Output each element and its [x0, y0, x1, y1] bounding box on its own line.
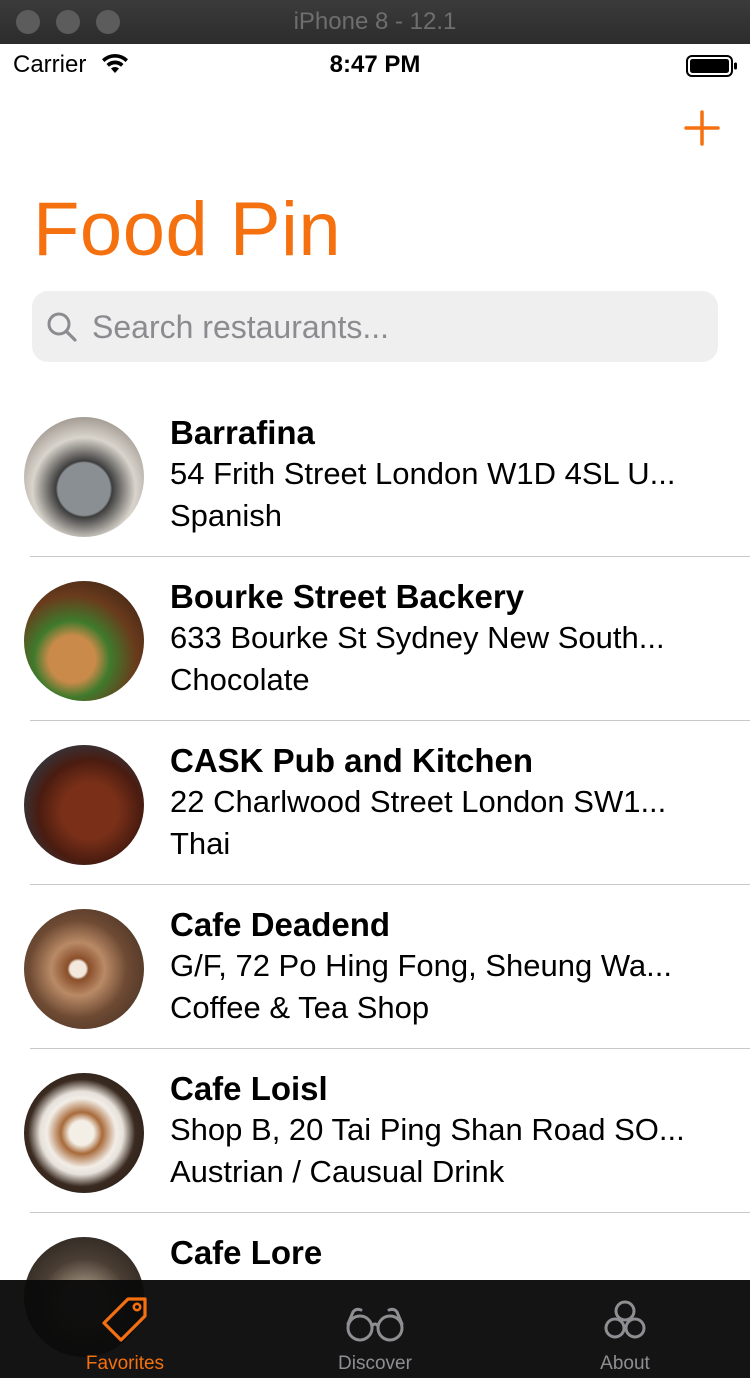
restaurant-name: Bourke Street Backery — [170, 578, 525, 615]
search-input[interactable] — [90, 303, 704, 351]
tab-about[interactable]: About — [500, 1280, 750, 1378]
page-title: Food Pin — [33, 187, 342, 272]
tab-bar: Favorites Discover About — [0, 1280, 750, 1378]
restaurant-type: Chocolate — [170, 662, 310, 697]
restaurant-row[interactable]: CASK Pub and Kitchen 22 Charlwood Street… — [0, 721, 750, 885]
restaurant-location: Shop B, 20 Tai Ping Shan Road SO... — [170, 1112, 685, 1147]
tab-label: Favorites — [85, 1353, 165, 1374]
restaurant-thumbnail — [24, 581, 144, 701]
battery-icon — [686, 55, 738, 82]
tab-discover[interactable]: Discover — [250, 1280, 500, 1378]
restaurant-name: Cafe Deadend — [170, 906, 391, 943]
search-icon — [46, 311, 78, 348]
restaurant-row[interactable]: Bourke Street Backery 633 Bourke St Sydn… — [0, 557, 750, 721]
add-restaurant-button[interactable] — [682, 108, 722, 148]
restaurant-row[interactable]: Cafe Deadend G/F, 72 Po Hing Fong, Sheun… — [0, 885, 750, 1049]
plus-icon — [682, 110, 722, 152]
restaurant-name: Barrafina — [170, 414, 315, 451]
restaurant-location: 633 Bourke St Sydney New South... — [170, 620, 665, 655]
restaurant-name: Cafe Loisl — [170, 1070, 328, 1107]
restaurant-name: CASK Pub and Kitchen — [170, 742, 534, 779]
restaurant-row[interactable]: Cafe Loisl Shop B, 20 Tai Ping Shan Road… — [0, 1049, 750, 1213]
restaurant-location: 22 Charlwood Street London SW1... — [170, 784, 667, 819]
restaurant-type: Austrian / Causual Drink — [170, 1154, 505, 1189]
restaurant-list[interactable]: Barrafina 54 Frith Street London W1D 4SL… — [0, 393, 750, 1377]
restaurant-thumbnail — [24, 909, 144, 1029]
restaurant-row[interactable]: Barrafina 54 Frith Street London W1D 4SL… — [0, 393, 750, 557]
restaurant-thumbnail — [24, 417, 144, 537]
tab-favorites[interactable]: Favorites — [0, 1280, 250, 1378]
tab-label: Discover — [338, 1353, 412, 1374]
restaurant-type: Coffee & Tea Shop — [170, 990, 430, 1025]
tab-label: About — [600, 1353, 650, 1374]
restaurant-type: Spanish — [170, 498, 283, 533]
restaurant-location: G/F, 72 Po Hing Fong, Sheung Wa... — [170, 948, 673, 983]
restaurant-location: 54 Frith Street London W1D 4SL U... — [170, 456, 676, 491]
status-time: 8:47 PM — [329, 51, 421, 78]
status-bar: Carrier 8:47 PM — [0, 44, 750, 84]
restaurant-thumbnail — [24, 1073, 144, 1193]
restaurant-name: Cafe Lore — [170, 1234, 323, 1271]
restaurant-thumbnail — [24, 745, 144, 865]
simulator-title-bar: iPhone 8 - 12.1 — [0, 0, 750, 45]
window-title: iPhone 8 - 12.1 — [293, 8, 457, 35]
restaurant-type: Thai — [170, 826, 231, 861]
search-bar[interactable] — [32, 291, 718, 362]
